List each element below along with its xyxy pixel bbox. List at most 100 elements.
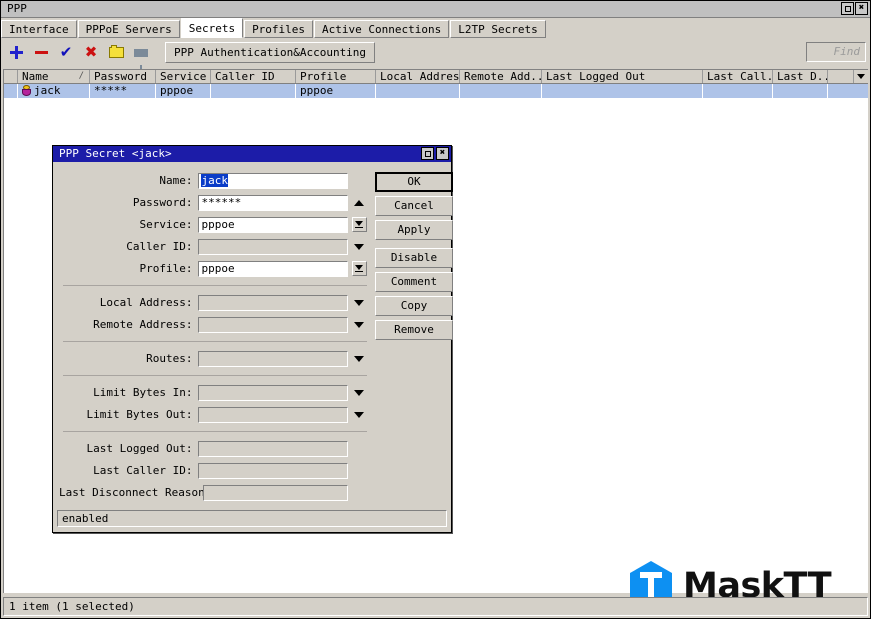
- tab-active-connections[interactable]: Active Connections: [314, 20, 450, 38]
- cell-last-disconnect: [773, 84, 828, 99]
- field-row-last-logged-out: Last Logged Out:: [59, 438, 369, 459]
- password-show-toggle[interactable]: [350, 195, 369, 211]
- column-header-grip[interactable]: [4, 70, 18, 83]
- table-header-row: Name / Password Service Caller ID Profil…: [4, 70, 868, 84]
- input-local-address[interactable]: [198, 294, 348, 311]
- cancel-button[interactable]: Cancel: [375, 196, 453, 216]
- tab-interface[interactable]: Interface: [1, 20, 77, 38]
- field-row-last-disconnect-reason: Last Disconnect Reason:: [59, 482, 369, 503]
- label-last-disconnect-reason: Last Disconnect Reason:: [59, 486, 212, 499]
- find-input[interactable]: Find: [806, 42, 866, 62]
- input-limit-bytes-in[interactable]: [198, 384, 348, 401]
- input-remote-address[interactable]: [198, 316, 348, 333]
- remote-address-dropdown-button[interactable]: [350, 317, 369, 333]
- column-header-profile[interactable]: Profile: [296, 70, 376, 83]
- column-chooser-button[interactable]: [853, 70, 868, 83]
- copy-button[interactable]: Copy: [375, 296, 453, 316]
- dialog-title: PPP Secret <jack>: [59, 147, 172, 160]
- input-caller-id[interactable]: [198, 238, 348, 255]
- dialog-close-button[interactable]: ✖: [436, 147, 449, 160]
- input-last-caller-id: [198, 462, 348, 479]
- triangle-up-icon: [354, 199, 365, 206]
- window-close-button[interactable]: ✖: [855, 2, 868, 15]
- tab-profiles[interactable]: Profiles: [244, 20, 314, 38]
- window-title: PPP: [7, 2, 27, 15]
- cell-password: *****: [90, 84, 156, 99]
- divider-1: [63, 285, 367, 286]
- widget-last-caller-id-none: [350, 463, 369, 479]
- enable-button[interactable]: ✔: [55, 42, 77, 63]
- user-icon: [22, 85, 31, 96]
- ok-button[interactable]: OK: [375, 172, 453, 192]
- input-profile[interactable]: pppoe: [198, 260, 348, 277]
- label-remote-address: Remote Address:: [93, 318, 193, 331]
- column-header-caller-id[interactable]: Caller ID: [211, 70, 296, 83]
- column-header-name-label: Name: [22, 70, 49, 83]
- column-header-remote-address[interactable]: Remote Add...: [460, 70, 542, 83]
- column-header-service[interactable]: Service: [156, 70, 211, 83]
- table-row[interactable]: jack ***** pppoe pppoe: [4, 84, 868, 99]
- dialog-actions: OK Cancel Apply Disable Comment Copy Rem…: [375, 170, 453, 504]
- add-button[interactable]: [5, 42, 27, 63]
- input-routes[interactable]: [198, 350, 348, 367]
- widget-name-none: [350, 173, 369, 189]
- tab-pppoe-servers[interactable]: PPPoE Servers: [77, 20, 180, 38]
- filter-button[interactable]: [130, 42, 152, 71]
- dialog-maximize-button[interactable]: [421, 147, 434, 160]
- triangle-down-icon: [354, 321, 365, 328]
- column-header-last-caller[interactable]: Last Call...: [703, 70, 773, 83]
- label-name: Name:: [159, 174, 193, 187]
- window-titlebar: PPP ✖: [1, 1, 870, 18]
- limit-bytes-out-dropdown-button[interactable]: [350, 407, 369, 423]
- label-caller-id: Caller ID:: [126, 240, 193, 253]
- triangle-down-icon: [354, 389, 365, 396]
- folder-icon: [108, 45, 124, 58]
- column-header-last-disconnect[interactable]: Last D...: [773, 70, 828, 83]
- remove-button[interactable]: Remove: [375, 320, 453, 340]
- ppp-auth-accounting-button[interactable]: PPP Authentication&Accounting: [165, 42, 376, 63]
- column-header-name[interactable]: Name /: [18, 70, 90, 83]
- window-maximize-button[interactable]: [841, 2, 854, 15]
- filter-icon: [134, 48, 148, 71]
- disable-button[interactable]: Disable: [375, 248, 453, 268]
- input-password[interactable]: ******: [198, 194, 348, 211]
- label-service: Service:: [139, 218, 193, 231]
- row-grip: [4, 84, 18, 99]
- dialog-status-bar: enabled: [57, 510, 447, 527]
- routes-dropdown-button[interactable]: [350, 351, 369, 367]
- caller-id-dropdown-button[interactable]: [350, 239, 369, 255]
- close-icon: ✖: [439, 148, 446, 158]
- plus-icon: [9, 46, 23, 59]
- local-address-dropdown-button[interactable]: [350, 295, 369, 311]
- dialog-body: Name: jack Password: ****** Service: ppp…: [53, 162, 453, 504]
- widget-last-disconnect-none: [350, 485, 369, 501]
- ppp-window: PPP ✖ Interface PPPoE Servers Secrets Pr…: [0, 0, 871, 619]
- limit-bytes-in-dropdown-button[interactable]: [350, 385, 369, 401]
- apply-button[interactable]: Apply: [375, 220, 453, 240]
- cross-icon: ✖: [84, 43, 98, 61]
- cell-last-caller: [703, 84, 773, 99]
- tab-secrets[interactable]: Secrets: [180, 18, 244, 38]
- status-bar: 1 item (1 selected): [3, 597, 868, 616]
- profile-dropdown-button[interactable]: [350, 261, 369, 277]
- field-row-remote-address: Remote Address:: [59, 314, 369, 335]
- comment-button[interactable]: [105, 42, 127, 63]
- input-limit-bytes-out[interactable]: [198, 406, 348, 423]
- field-row-last-caller-id: Last Caller ID:: [59, 460, 369, 481]
- tab-l2tp-secrets[interactable]: L2TP Secrets: [450, 20, 546, 38]
- remove-button[interactable]: [30, 42, 52, 63]
- disable-button[interactable]: ✖: [80, 42, 102, 63]
- triangle-down-icon: [354, 243, 365, 250]
- input-service[interactable]: pppoe: [198, 216, 348, 233]
- maximize-icon: [844, 5, 851, 12]
- service-dropdown-button[interactable]: [350, 217, 369, 233]
- widget-last-logged-out-none: [350, 441, 369, 457]
- input-name[interactable]: jack: [198, 172, 348, 189]
- cell-name: jack: [18, 84, 90, 99]
- cell-profile: pppoe: [296, 84, 376, 99]
- column-header-password[interactable]: Password: [90, 70, 156, 83]
- comment-button[interactable]: Comment: [375, 272, 453, 292]
- close-icon: ✖: [858, 3, 865, 13]
- column-header-last-logged-out[interactable]: Last Logged Out: [542, 70, 703, 83]
- column-header-local-address[interactable]: Local Address: [376, 70, 460, 83]
